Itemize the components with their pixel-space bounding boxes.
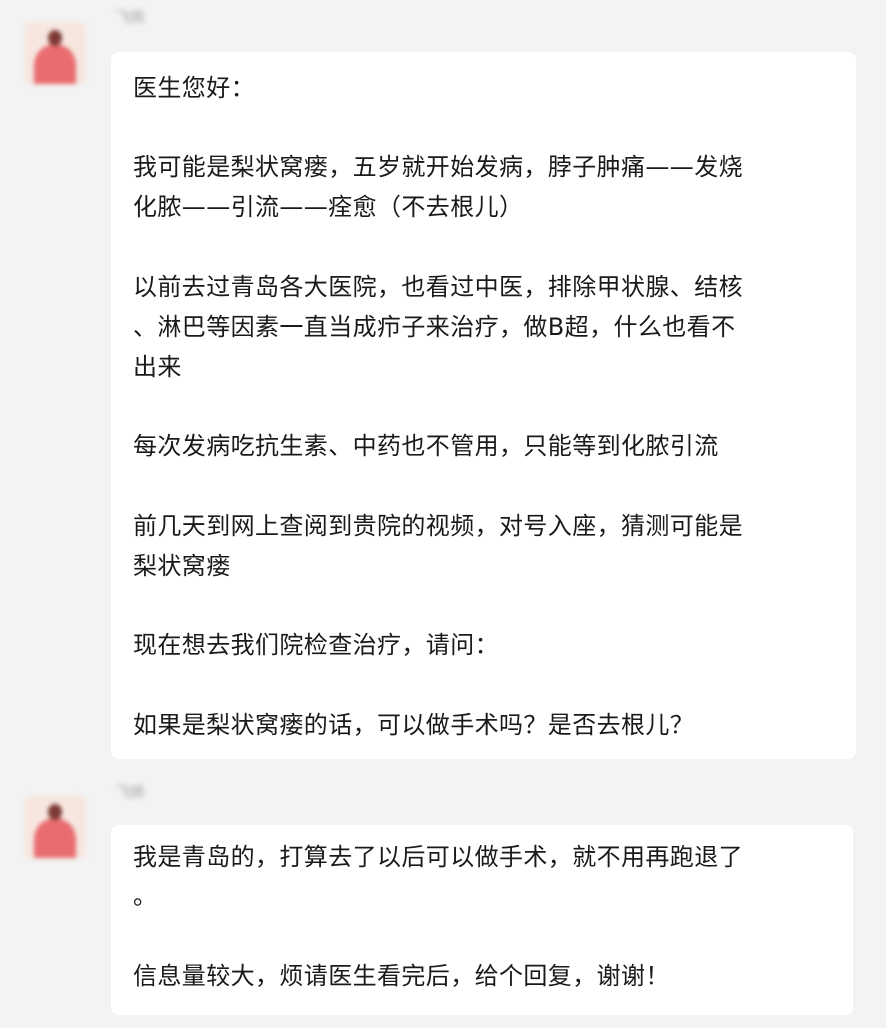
message-line: 医生您好： <box>133 74 255 102</box>
message-line: 如果是梨状窝瘘的话，可以做手术吗？是否去根儿？ <box>133 711 695 739</box>
message-line: 以前去过青岛各大医院，也看过中医，排除甲状腺、结核 <box>133 273 743 301</box>
message-line: 化脓——引流——痊愈（不去根儿） <box>133 193 524 221</box>
avatar-figure <box>34 818 76 858</box>
sender-name: 飞鸽 <box>116 10 144 26</box>
message-line: 我是青岛的，打算去了以后可以做手术，就不用再跑退了 <box>133 843 743 871</box>
avatar-head <box>48 30 62 46</box>
message-line: 每次发病吃抗生素、中药也不管用，只能等到化脓引流 <box>133 432 719 460</box>
message-line: 现在想去我们院检查治疗，请问： <box>133 631 499 659</box>
sender-name: 飞鸽 <box>116 785 144 801</box>
message-line: 前几天到网上查阅到贵院的视频，对号入座，猜测可能是 <box>133 512 743 540</box>
message-line: 出来 <box>133 353 182 381</box>
sender-avatar[interactable] <box>24 22 86 84</box>
message-line: 信息量较大，烦请医生看完后，给个回复，谢谢！ <box>133 962 670 990</box>
sender-avatar[interactable] <box>24 796 86 858</box>
avatar-head <box>48 804 62 820</box>
message-line: 我可能是梨状窝瘘，五岁就开始发病，脖子肿痛——发烧 <box>133 153 743 181</box>
message-line: 。 <box>133 882 158 910</box>
message-bubble: 我是青岛的，打算去了以后可以做手术，就不用再跑退了 。 信息量较大，烦请医生看完… <box>111 825 853 1015</box>
message-line: 、淋巴等因素一直当成疖子来治疗，做B超，什么也看不 <box>133 313 736 341</box>
message-bubble: 医生您好： 我可能是梨状窝瘘，五岁就开始发病，脖子肿痛——发烧 化脓——引流——… <box>111 52 856 759</box>
avatar-figure <box>34 44 76 84</box>
message-line: 梨状窝瘘 <box>133 552 231 580</box>
